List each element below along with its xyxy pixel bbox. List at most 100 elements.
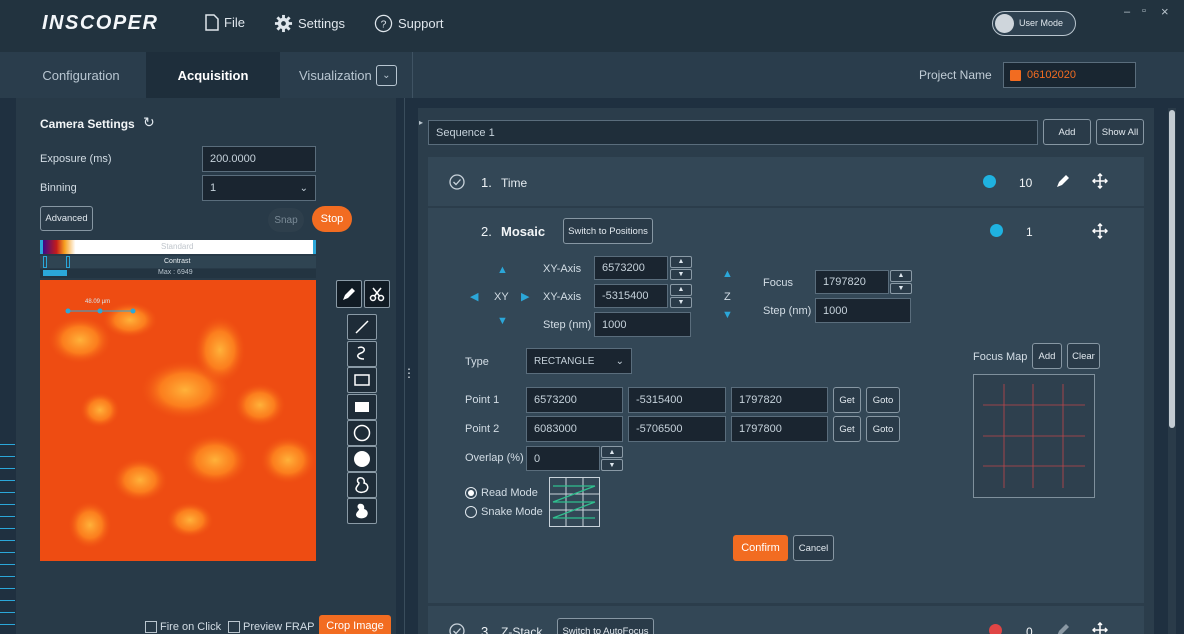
user-mode-toggle[interactable]: User Mode bbox=[992, 11, 1076, 36]
overlap-label: Overlap (%) bbox=[465, 452, 524, 464]
stepper-up[interactable]: ▲ bbox=[890, 270, 912, 282]
pencil-icon[interactable] bbox=[1055, 622, 1071, 634]
binning-select[interactable]: 1 ⌄ bbox=[202, 175, 316, 201]
focus-map-grid[interactable] bbox=[973, 374, 1095, 498]
sequence-step-time[interactable] bbox=[428, 157, 1144, 206]
contrast-handle-min[interactable] bbox=[43, 256, 47, 268]
point1-y-input[interactable]: -5315400 bbox=[628, 387, 726, 413]
point2-y-input[interactable]: -5706500 bbox=[628, 416, 726, 442]
lut-bar[interactable]: Standard bbox=[40, 240, 316, 254]
tab-acquisition[interactable]: Acquisition bbox=[146, 52, 280, 98]
refresh-icon[interactable]: ↻ bbox=[143, 114, 155, 131]
point1-z-input[interactable]: 1797820 bbox=[731, 387, 828, 413]
switch-to-positions-button[interactable]: Switch to Positions bbox=[563, 218, 653, 244]
x-stepper[interactable]: ▲ ▼ bbox=[670, 256, 692, 280]
stepper-down[interactable]: ▼ bbox=[601, 459, 623, 471]
z-label: Z bbox=[724, 291, 731, 303]
advanced-button[interactable]: Advanced bbox=[40, 206, 93, 231]
stepper-up[interactable]: ▲ bbox=[670, 256, 692, 268]
x-position-input[interactable]: 6573200 bbox=[594, 256, 668, 280]
pencil-icon[interactable] bbox=[1055, 173, 1071, 189]
rectangle-tool[interactable] bbox=[347, 367, 377, 393]
contrast-handle-max[interactable] bbox=[66, 256, 70, 268]
sequence-name-input[interactable]: Sequence 1 bbox=[428, 120, 1038, 145]
point2-goto-button[interactable]: Goto bbox=[866, 416, 900, 442]
move-icon[interactable] bbox=[1092, 622, 1108, 634]
chevron-down-icon[interactable]: ⌄ bbox=[375, 64, 397, 86]
collapse-arrow[interactable]: ▸ bbox=[419, 118, 423, 127]
filled-polygon-tool[interactable] bbox=[347, 498, 377, 524]
point1-get-button[interactable]: Get bbox=[833, 387, 861, 413]
point2-get-button[interactable]: Get bbox=[833, 416, 861, 442]
show-all-button[interactable]: Show All bbox=[1096, 119, 1144, 145]
point2-z-input[interactable]: 1797800 bbox=[731, 416, 828, 442]
snake-mode-radio[interactable]: Snake Mode bbox=[465, 506, 543, 518]
minimize-button[interactable]: – bbox=[1124, 6, 1130, 18]
xy-step-input[interactable]: 1000 bbox=[594, 312, 691, 337]
scrollbar-thumb[interactable] bbox=[1169, 110, 1175, 428]
fire-on-click-checkbox[interactable]: Fire on Click bbox=[145, 621, 221, 633]
focus-stepper[interactable]: ▲ ▼ bbox=[890, 270, 912, 294]
y-stepper[interactable]: ▲ ▼ bbox=[670, 284, 692, 308]
stepper-up[interactable]: ▲ bbox=[670, 284, 692, 296]
arrow-down-icon[interactable]: ▼ bbox=[497, 315, 508, 327]
radio-unselected bbox=[465, 506, 477, 518]
focus-map-clear-button[interactable]: Clear bbox=[1067, 343, 1100, 369]
sequence-add-button[interactable]: Add bbox=[1043, 119, 1091, 145]
cancel-button[interactable]: Cancel bbox=[793, 535, 834, 561]
menu-file[interactable]: File bbox=[205, 14, 245, 31]
move-icon[interactable] bbox=[1092, 173, 1108, 189]
switch-to-autofocus-button[interactable]: Switch to AutoFocus bbox=[557, 618, 654, 634]
sequence-step-zstack[interactable]: 3. Z-Stack Switch to AutoFocus 0 bbox=[428, 606, 1144, 634]
line-tool[interactable] bbox=[347, 314, 377, 340]
overlap-stepper[interactable]: ▲ ▼ bbox=[601, 446, 623, 471]
point2-x-input[interactable]: 6083000 bbox=[526, 416, 623, 442]
preview-frap-checkbox[interactable]: Preview FRAP bbox=[228, 621, 315, 633]
focus-input[interactable]: 1797820 bbox=[815, 270, 889, 294]
freehand-tool[interactable] bbox=[347, 341, 377, 367]
focus-label: Focus bbox=[763, 277, 793, 289]
tab-configuration[interactable]: Configuration bbox=[16, 52, 146, 98]
focus-map-add-button[interactable]: Add bbox=[1032, 343, 1062, 369]
filled-ellipse-tool[interactable] bbox=[347, 446, 377, 472]
z-step-input[interactable]: 1000 bbox=[815, 298, 911, 323]
cell-image bbox=[40, 280, 316, 561]
check-circle-icon[interactable] bbox=[449, 174, 465, 190]
ellipse-tool[interactable] bbox=[347, 420, 377, 446]
close-button[interactable]: × bbox=[1161, 4, 1169, 19]
check-circle-icon[interactable] bbox=[449, 623, 465, 634]
crop-image-button[interactable]: Crop Image bbox=[319, 615, 391, 634]
stepper-down[interactable]: ▼ bbox=[890, 282, 912, 294]
stepper-up[interactable]: ▲ bbox=[601, 446, 623, 458]
pencil-tool[interactable] bbox=[336, 280, 362, 308]
camera-image[interactable]: 48.09 µm bbox=[40, 280, 316, 561]
polygon-tool[interactable] bbox=[347, 472, 377, 498]
point1-x-input[interactable]: 6573200 bbox=[526, 387, 623, 413]
project-name-field[interactable]: 06102020 bbox=[1003, 62, 1136, 88]
arrow-up-icon[interactable]: ▲ bbox=[497, 264, 508, 276]
snap-button[interactable]: Snap bbox=[268, 208, 304, 232]
tab-divider bbox=[412, 52, 413, 98]
confirm-button[interactable]: Confirm bbox=[733, 535, 788, 561]
y-position-input[interactable]: -5315400 bbox=[594, 284, 668, 308]
arrow-up-icon[interactable]: ▲ bbox=[722, 268, 733, 280]
type-select[interactable]: RECTANGLE ⌄ bbox=[526, 348, 632, 374]
menu-settings[interactable]: Settings bbox=[274, 14, 345, 33]
scissors-tool[interactable] bbox=[364, 280, 390, 308]
stop-button[interactable]: Stop bbox=[312, 206, 352, 232]
arrow-left-icon[interactable]: ◀ bbox=[470, 290, 478, 303]
arrow-down-icon[interactable]: ▼ bbox=[722, 309, 733, 321]
exposure-input[interactable]: 200.0000 bbox=[202, 146, 316, 172]
filled-rectangle-tool[interactable] bbox=[347, 394, 377, 420]
move-icon[interactable] bbox=[1092, 223, 1108, 239]
point1-goto-button[interactable]: Goto bbox=[866, 387, 900, 413]
maximize-button[interactable]: ▫ bbox=[1142, 5, 1146, 17]
read-mode-radio[interactable]: Read Mode bbox=[465, 487, 538, 499]
contrast-slider[interactable]: Contrast bbox=[40, 256, 316, 268]
menu-support[interactable]: ? Support bbox=[374, 14, 444, 33]
tab-visualization[interactable]: Visualization ⌄ bbox=[280, 52, 412, 98]
stepper-down[interactable]: ▼ bbox=[670, 268, 692, 280]
arrow-right-icon[interactable]: ▶ bbox=[521, 290, 529, 303]
overlap-input[interactable]: 0 bbox=[526, 446, 600, 471]
stepper-down[interactable]: ▼ bbox=[670, 296, 692, 308]
